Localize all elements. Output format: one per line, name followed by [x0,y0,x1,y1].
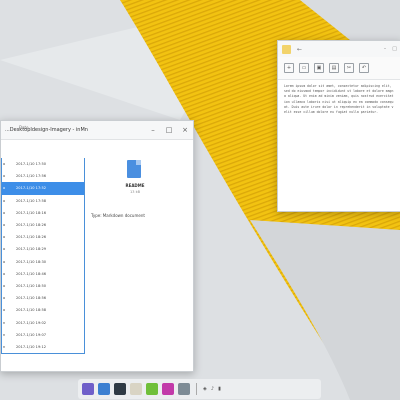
file-row[interactable]: o 2017-1/10 17:56 [2,170,84,182]
document-icon [127,160,141,178]
file-date: 2017-1/10 18:26 [16,223,47,228]
file-row[interactable]: o 2017-1/10 18:26 [2,219,84,231]
file-name: o [3,210,6,215]
file-row[interactable]: o 2017-1/10 18:58 [2,304,84,316]
file-row[interactable]: o 2017-1/10 18:16 [2,207,84,219]
file-name: o [3,247,6,252]
battery-icon[interactable]: ▮ [218,386,221,392]
network-icon[interactable]: ◈ [203,386,207,392]
file-date: 2017-1/10 17:58 [16,198,47,203]
minimize-icon[interactable]: – [384,46,387,52]
minimize-icon[interactable]: – [149,126,157,134]
file-name: o [3,186,6,191]
music-icon[interactable] [162,383,174,395]
file-date: 2017-1/10 17:56 [16,174,47,179]
settings-icon[interactable] [178,383,190,395]
store-icon[interactable] [146,383,158,395]
preview-file-size: 13 kB [130,190,140,194]
file-name: n [3,332,6,337]
file-row[interactable]: n 2017-1/10 19:12 [2,341,84,353]
file-name: o [3,271,6,276]
file-date: 2017-1/10 18:56 [16,296,47,301]
close-icon[interactable]: × [181,126,189,134]
file-name: n [3,320,6,325]
text-editor-icon[interactable] [130,383,142,395]
file-row[interactable]: o 2017-1/10 17:50 [2,158,84,170]
maximize-icon[interactable]: □ [165,126,173,134]
file-name: o [3,308,6,313]
file-row[interactable]: o 2017-1/10 18:56 [2,292,84,304]
back-arrow-icon[interactable]: ← [297,46,302,53]
file-preview-pane: README 13 kB Type: Markdown document [85,140,193,371]
maximize-icon[interactable]: □ [392,46,397,52]
taskbar-separator [196,383,197,395]
terminal-icon[interactable] [114,383,126,395]
file-row[interactable]: o 2017-1/10 17:52 [2,182,84,195]
file-row[interactable]: n 2017-1/10 19:02 [2,316,84,328]
new-file-icon[interactable]: + [284,63,294,73]
file-name: o [3,162,6,167]
editor-toolbar: + ▭ ▣ ▤ ✂ ↶ [278,57,400,80]
file-date: 2017-1/10 18:50 [16,283,47,288]
file-name: n [3,344,6,349]
file-date: 2017-1/10 18:16 [16,210,47,215]
taskbar: ◈ ♪ ▮ [78,379,321,399]
file-row[interactable]: o 2017-1/10 18:26 [2,231,84,243]
file-date: 2017-1/10 18:26 [16,235,47,240]
file-name: o [3,223,6,228]
file-name: o [3,198,6,203]
file-date: 2017-1/10 18:58 [16,308,47,313]
file-date: 2017-1/10 17:50 [16,162,47,167]
file-row[interactable]: o 2017-1/10 17:58 [2,195,84,207]
file-date: 2017-1/10 17:52 [16,186,47,191]
text-editor-icon [282,44,291,54]
file-name: o [3,283,6,288]
file-row[interactable]: n 2017-1/10 19:07 [2,329,84,341]
volume-icon[interactable]: ♪ [211,386,214,392]
column-header-date[interactable]: Date [19,125,29,130]
file-name: o [3,296,6,301]
file-date: 2017-1/10 19:02 [16,320,47,325]
undo-icon[interactable]: ↶ [359,63,369,73]
file-row[interactable]: o 2017-1/10 18:46 [2,268,84,280]
files-icon[interactable] [98,383,110,395]
preview-file-name: README [125,183,145,188]
cut-icon[interactable]: ✂ [344,63,354,73]
save-icon[interactable]: ▣ [314,63,324,73]
editor-text-area[interactable]: Lorem ipsum dolor sit amet, consectetur … [278,80,400,119]
file-row[interactable]: o 2017-1/10 18:30 [2,256,84,268]
file-name: o [3,259,6,264]
file-name: o [3,174,6,179]
open-icon[interactable]: ▭ [299,63,309,73]
file-date: 2017-1/10 19:12 [16,344,47,349]
file-list[interactable]: o 2017-1/10 17:50 o 2017-1/10 17:56 o 2017-1/… [1,158,85,354]
preview-file-type: Type: Markdown document [91,213,145,218]
file-name: o [3,235,6,240]
file-manager-window[interactable]: ...DesktopIdesign-Imagery - inMn – □ × D… [0,120,194,372]
text-editor-window[interactable]: ← – □ + ▭ ▣ ▤ ✂ ↶ Lorem ipsum dolor sit … [277,40,400,212]
file-date: 2017-1/10 18:46 [16,271,47,276]
desktop: ...DesktopIdesign-Imagery - inMn – □ × D… [0,0,400,400]
editor-titlebar[interactable]: ← – □ [278,41,400,57]
file-row[interactable]: o 2017-1/10 18:50 [2,280,84,292]
file-date: 2017-1/10 18:30 [16,259,47,264]
print-icon[interactable]: ▤ [329,63,339,73]
file-manager-titlebar[interactable]: ...DesktopIdesign-Imagery - inMn – □ × [1,121,193,140]
file-date: 2017-1/10 18:29 [16,247,47,252]
file-row[interactable]: o 2017-1/10 18:29 [2,243,84,255]
launcher-icon[interactable] [82,383,94,395]
file-date: 2017-1/10 19:07 [16,332,47,337]
